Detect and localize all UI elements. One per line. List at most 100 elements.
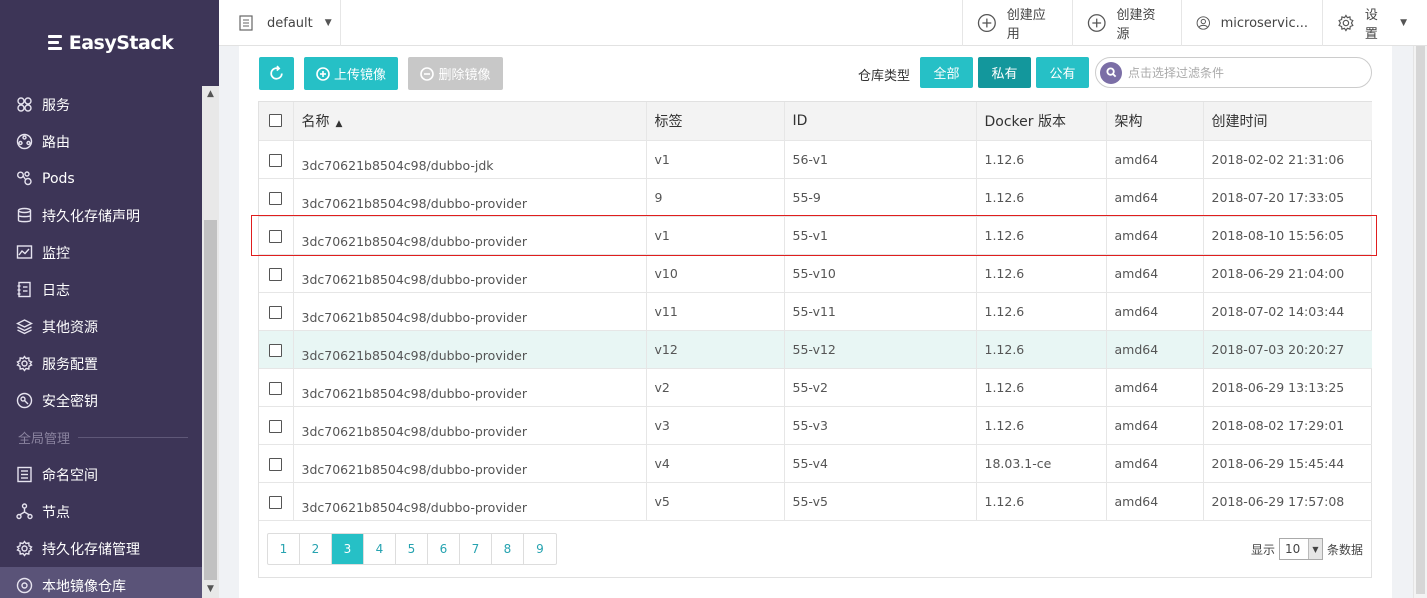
cell-tag: v3 <box>646 406 785 445</box>
filter-input[interactable]: 点击选择过滤条件 <box>1095 57 1372 88</box>
delete-image-button[interactable]: 删除镜像 <box>408 57 503 90</box>
cell-id: 55-v11 <box>784 292 977 331</box>
sidebar-item-label: 监控 <box>42 245 70 262</box>
sidebar-item-layers[interactable]: 其他资源 <box>0 308 202 345</box>
monitor-icon <box>15 244 33 262</box>
table-row[interactable]: 3dc70621b8504c98/dubbo-provider v4 55-v4… <box>259 444 1372 483</box>
sidebar-item-storage-manage[interactable]: 持久化存储管理 <box>0 530 202 567</box>
sidebar-item-label: 持久化存储管理 <box>42 541 140 558</box>
page-button-7[interactable]: 7 <box>460 534 492 564</box>
repo-type-all-button[interactable]: 全部 <box>920 57 973 88</box>
settings-menu[interactable]: 设置 ▼ <box>1322 0 1427 46</box>
cell-name: 3dc70621b8504c98/dubbo-provider <box>293 254 647 293</box>
row-checkbox[interactable] <box>269 229 283 243</box>
row-checkbox[interactable] <box>269 419 283 433</box>
table-footer: 123456789 显示 10 ▼ 条数据 <box>259 520 1371 578</box>
sidebar-scrollbar[interactable]: ▲ ▼ <box>202 86 219 598</box>
page-button-4[interactable]: 4 <box>364 534 396 564</box>
row-checkbox[interactable] <box>269 495 283 509</box>
column-header-created: 创建时间 <box>1203 102 1372 141</box>
sidebar-item-label: 本地镜像仓库 <box>42 578 126 595</box>
table-row[interactable]: 3dc70621b8504c98/dubbo-provider v3 55-v3… <box>259 406 1372 445</box>
column-header-name[interactable]: 名称 ▲ <box>293 102 647 141</box>
table-row[interactable]: 3dc70621b8504c98/dubbo-provider v11 55-v… <box>259 292 1372 331</box>
page-button-8[interactable]: 8 <box>492 534 524 564</box>
search-icon[interactable] <box>1100 61 1122 84</box>
cell-tag: v1 <box>646 140 785 179</box>
scroll-down-arrow[interactable]: ▼ <box>202 581 219 598</box>
sidebar-item-log[interactable]: 日志 <box>0 271 202 308</box>
page-button-5[interactable]: 5 <box>396 534 428 564</box>
create-app-label: 创建应用 <box>1006 8 1046 42</box>
page-button-9[interactable]: 9 <box>524 534 556 564</box>
chevron-down-icon: ▼ <box>324 18 332 28</box>
sort-ascending-icon[interactable]: ▲ <box>336 119 343 129</box>
row-checkbox[interactable] <box>269 153 283 167</box>
repo-type-public-button[interactable]: 公有 <box>1036 57 1089 88</box>
sidebar-item-node[interactable]: 节点 <box>0 493 202 530</box>
repo-type-private-button[interactable]: 私有 <box>978 57 1031 88</box>
scroll-up-arrow[interactable]: ▲ <box>202 86 219 103</box>
plus-circle-icon <box>316 66 330 81</box>
node-icon <box>15 503 33 521</box>
plus-circle-icon <box>1087 14 1106 32</box>
row-checkbox[interactable] <box>269 191 283 205</box>
table-row[interactable]: 3dc70621b8504c98/dubbo-provider 9 55-9 1… <box>259 178 1372 217</box>
create-resource-button[interactable]: 创建资源 <box>1072 0 1181 46</box>
sidebar-item-pods[interactable]: Pods <box>0 160 202 197</box>
page-button-6[interactable]: 6 <box>428 534 460 564</box>
logo[interactable]: EasyStack <box>0 0 219 86</box>
sidebar-item-namespace[interactable]: 命名空间 <box>0 456 202 493</box>
table-row[interactable]: 3dc70621b8504c98/dubbo-provider v10 55-v… <box>259 254 1372 293</box>
cell-created: 2018-07-20 17:33:05 <box>1203 178 1372 217</box>
page-scrollbar[interactable] <box>1413 46 1427 598</box>
upload-image-button[interactable]: 上传镜像 <box>304 57 398 90</box>
cell-name: 3dc70621b8504c98/dubbo-provider <box>293 482 647 521</box>
table-row[interactable]: 3dc70621b8504c98/dubbo-jdk v1 56-v1 1.12… <box>259 140 1372 179</box>
sidebar-item-config[interactable]: 服务配置 <box>0 345 202 382</box>
create-resource-label: 创建资源 <box>1116 8 1156 42</box>
table-row-hovered[interactable]: 3dc70621b8504c98/dubbo-provider v12 55-v… <box>259 330 1372 369</box>
cell-arch: amd64 <box>1106 406 1204 445</box>
cell-docker-version: 1.12.6 <box>976 254 1107 293</box>
create-app-button[interactable]: 创建应用 <box>962 0 1072 46</box>
page-size-select[interactable]: 10 ▼ <box>1278 538 1323 560</box>
sidebar-item-label: 日志 <box>42 282 70 299</box>
cell-name: 3dc70621b8504c98/dubbo-provider <box>293 178 647 217</box>
table-row[interactable]: 3dc70621b8504c98/dubbo-provider v2 55-v2… <box>259 368 1372 407</box>
sidebar-item-storage-claim[interactable]: 持久化存储声明 <box>0 197 202 234</box>
cell-id: 55-v5 <box>784 482 977 521</box>
sidebar-scroll-thumb[interactable] <box>204 220 217 580</box>
sidebar-item-route[interactable]: 路由 <box>0 123 202 160</box>
table-row[interactable]: 3dc70621b8504c98/dubbo-provider v5 55-v5… <box>259 482 1372 521</box>
sidebar-item-services[interactable]: 服务 <box>0 86 202 123</box>
user-menu[interactable]: microservic... <box>1181 0 1322 46</box>
row-checkbox[interactable] <box>269 305 283 319</box>
logo-text: EasyStack <box>68 32 174 54</box>
cell-docker-version: 1.12.6 <box>976 178 1107 217</box>
cell-docker-version: 1.12.6 <box>976 140 1107 179</box>
sidebar-item-monitor[interactable]: 监控 <box>0 234 202 271</box>
namespace-selector[interactable]: default ▼ <box>219 0 341 46</box>
row-checkbox[interactable] <box>269 343 283 357</box>
suffix-label: 条数据 <box>1326 542 1363 557</box>
sidebar-item-image-repo[interactable]: 本地镜像仓库 <box>0 567 202 598</box>
page-button-3[interactable]: 3 <box>332 534 364 564</box>
select-all-checkbox[interactable] <box>269 114 283 128</box>
table-row-selected[interactable]: 3dc70621b8504c98/dubbo-provider v1 55-v1… <box>259 216 1372 255</box>
refresh-button[interactable] <box>259 57 294 90</box>
cell-name: 3dc70621b8504c98/dubbo-provider <box>293 368 647 407</box>
page-button-1[interactable]: 1 <box>268 534 300 564</box>
sidebar-section-global: 全局管理 <box>0 419 202 456</box>
row-checkbox[interactable] <box>269 457 283 471</box>
row-checkbox[interactable] <box>269 267 283 281</box>
toolbar: 上传镜像 删除镜像 仓库类型 全部 私有 公有 点击选择过滤条件 <box>259 57 1372 90</box>
page-scroll-thumb[interactable] <box>1416 46 1425 594</box>
cell-id: 55-v3 <box>784 406 977 445</box>
select-all-checkbox-cell[interactable] <box>259 102 294 141</box>
page-button-2[interactable]: 2 <box>300 534 332 564</box>
cell-tag: v11 <box>646 292 785 331</box>
sidebar-item-key[interactable]: 安全密钥 <box>0 382 202 419</box>
row-checkbox[interactable] <box>269 381 283 395</box>
cell-arch: amd64 <box>1106 178 1204 217</box>
